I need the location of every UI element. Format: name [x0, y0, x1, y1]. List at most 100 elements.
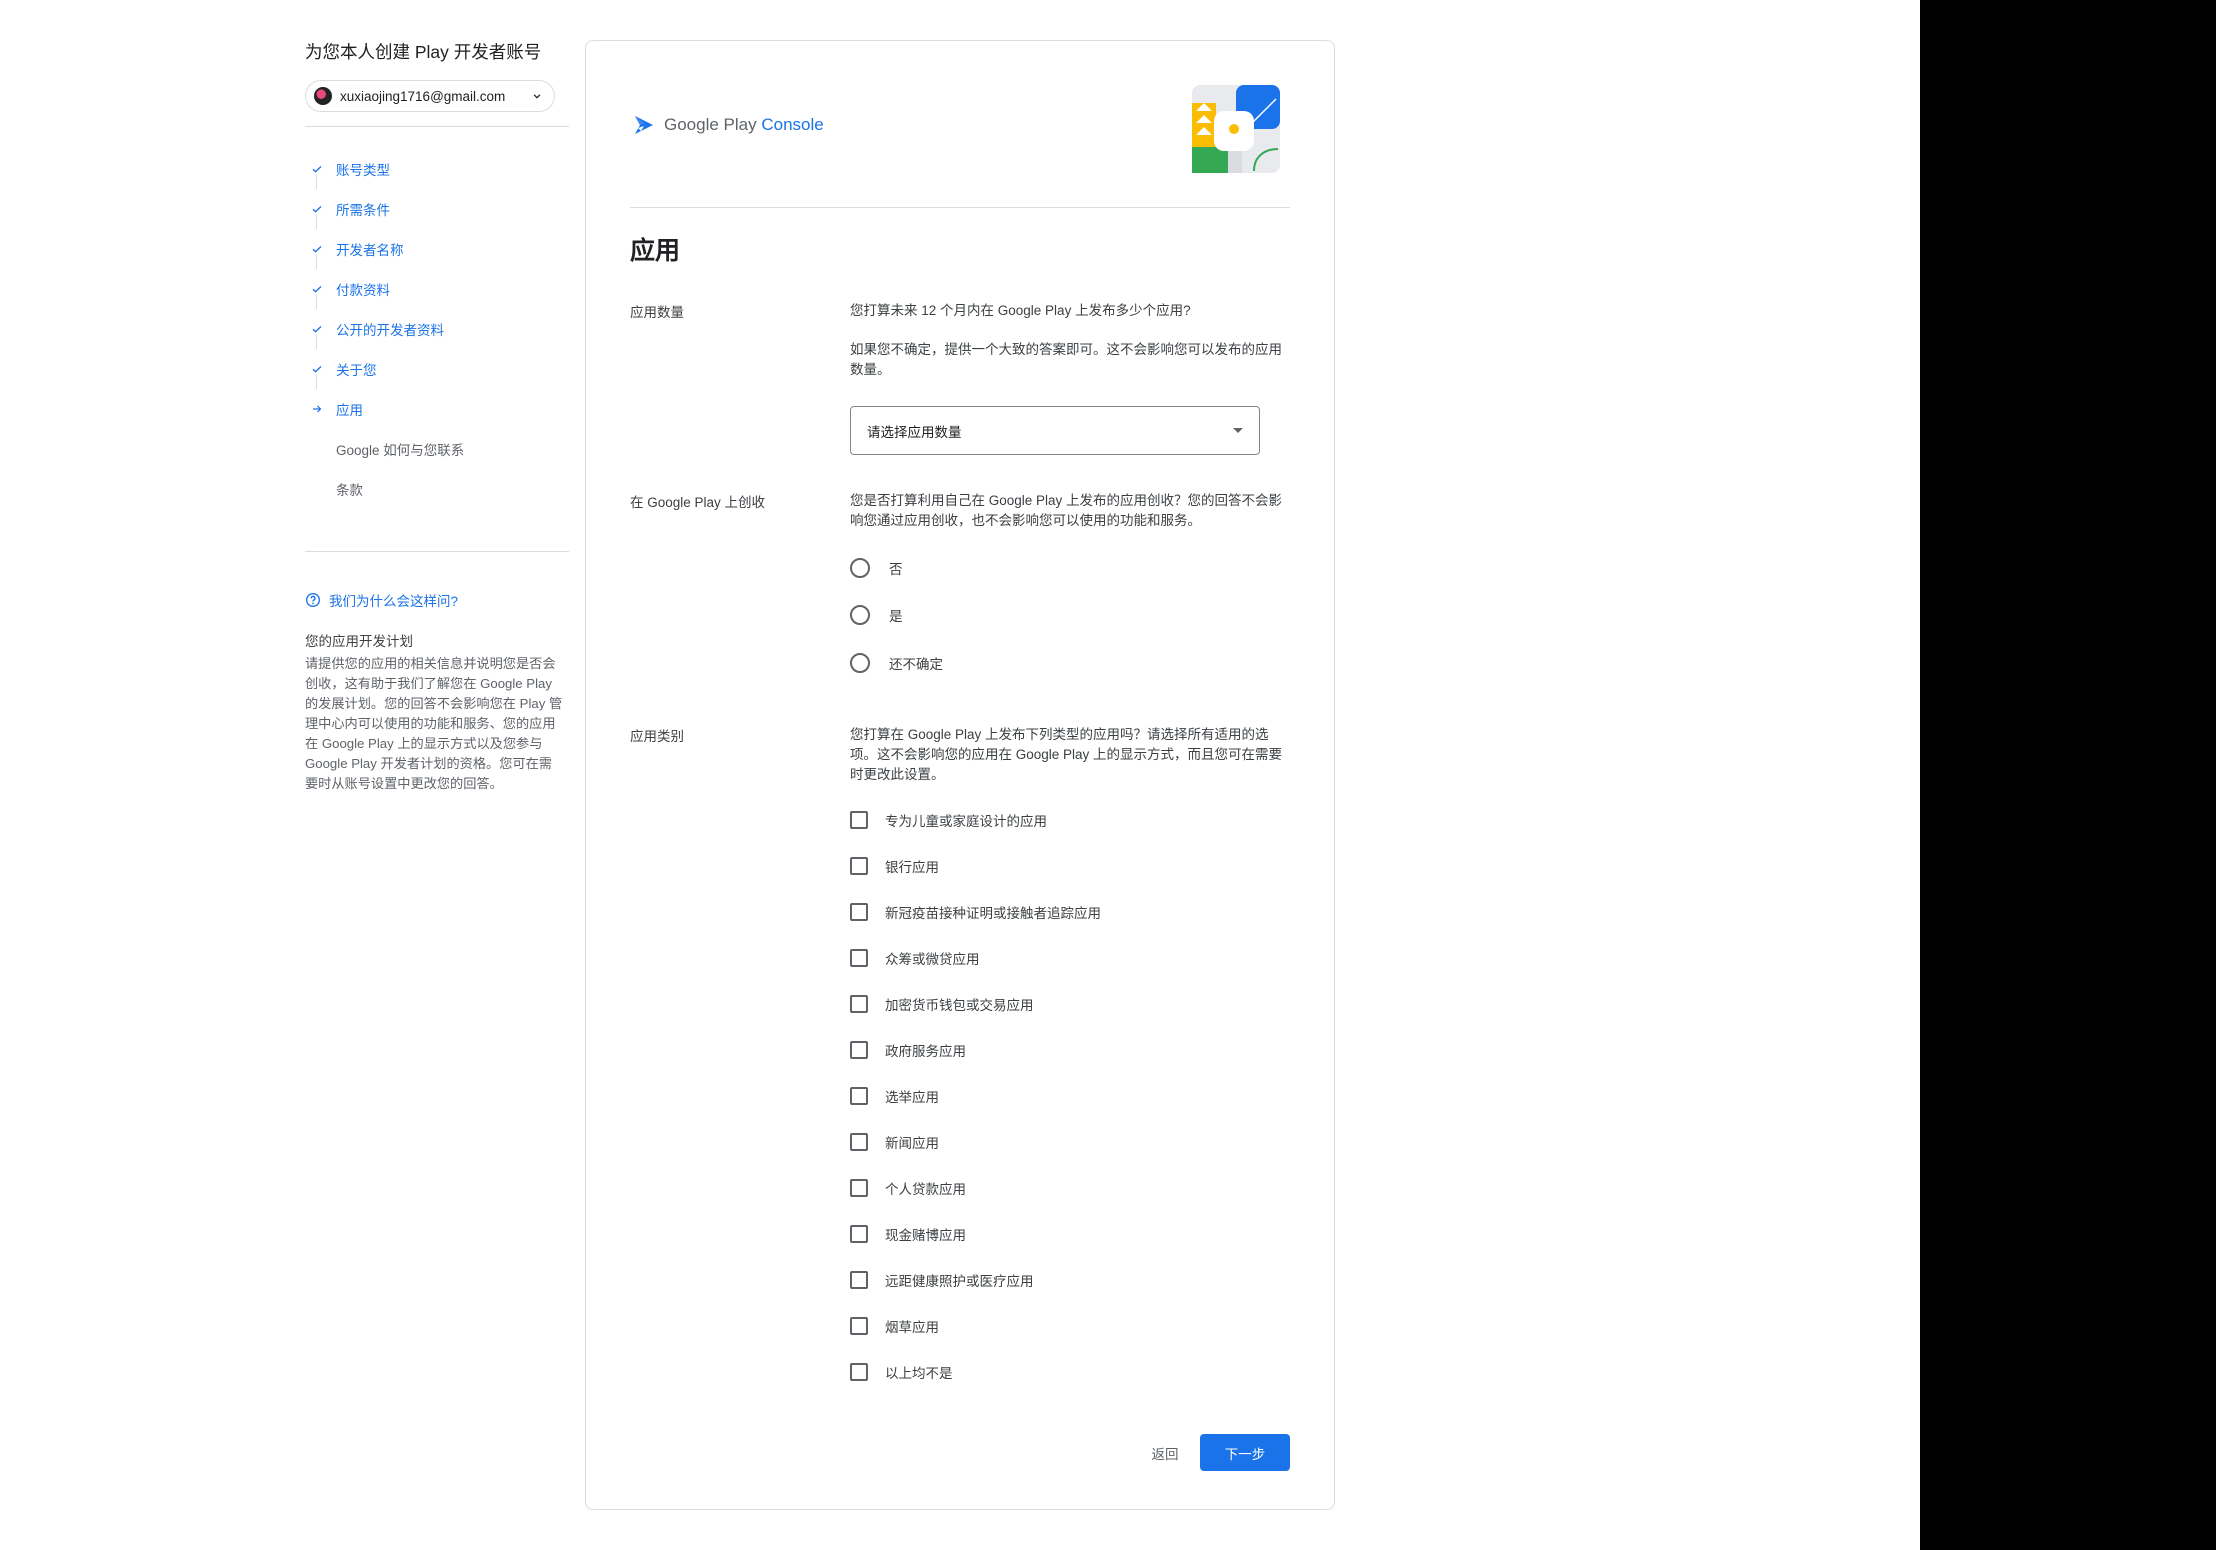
checkbox-box[interactable] — [850, 1363, 868, 1381]
categories-question: 您打算在 Google Play 上发布下列类型的应用吗？请选择所有适用的选项。… — [850, 727, 1283, 782]
plan-description: 请提供您的应用的相关信息并说明您是否会创收，这有助于我们了解您在 Google … — [305, 656, 563, 791]
app-count-hint: 如果您不确定，提供一个大致的答案即可。这不会影响您可以发布的应用数量。 — [850, 342, 1282, 377]
divider — [630, 207, 1290, 208]
checkbox-label: 新冠疫苗接种证明或接触者追踪应用 — [885, 906, 1101, 921]
app-count-label: 应用数量 — [630, 305, 684, 320]
play-console-icon — [635, 116, 653, 134]
check-icon — [309, 161, 325, 177]
radio-label: 还不确定 — [889, 657, 943, 672]
radio-option-yes[interactable]: 是 — [850, 603, 903, 627]
step-label: 账号类型 — [336, 163, 390, 178]
divider — [305, 551, 569, 552]
checkbox-tobacco[interactable]: 烟草应用 — [850, 1315, 939, 1337]
radio-circle[interactable] — [850, 605, 870, 625]
checkbox-box[interactable] — [850, 857, 868, 875]
page-heading: 为您本人创建 Play 开发者账号 — [305, 42, 542, 62]
next-button[interactable]: 下一步 — [1200, 1434, 1290, 1471]
checkbox-label: 烟草应用 — [885, 1320, 939, 1335]
step-connector — [316, 295, 317, 309]
back-button[interactable]: 返回 — [1140, 1435, 1190, 1471]
app-count-question: 您打算未来 12 个月内在 Google Play 上发布多少个应用? — [850, 303, 1191, 318]
step-item-contact: Google 如何与您联系 — [305, 429, 569, 469]
app-count-select[interactable]: 请选择应用数量 — [850, 406, 1260, 455]
step-connector — [316, 255, 317, 269]
checkbox-election[interactable]: 选举应用 — [850, 1085, 939, 1107]
checkbox-box[interactable] — [850, 1087, 868, 1105]
checkbox-label: 加密货币钱包或交易应用 — [885, 998, 1034, 1013]
step-label: 条款 — [336, 483, 363, 498]
checkbox-label: 新闻应用 — [885, 1136, 939, 1151]
monetize-label: 在 Google Play 上创收 — [630, 495, 766, 510]
step-label: 应用 — [336, 403, 363, 418]
check-icon — [309, 201, 325, 217]
checkbox-none[interactable]: 以上均不是 — [850, 1361, 953, 1383]
checkbox-telehealth[interactable]: 远距健康照护或医疗应用 — [850, 1269, 1034, 1291]
step-label: 开发者名称 — [336, 243, 404, 258]
step-item-apps[interactable]: 应用 — [305, 389, 569, 429]
checkbox-label: 政府服务应用 — [885, 1044, 966, 1059]
checkbox-box[interactable] — [850, 1041, 868, 1059]
step-connector — [316, 175, 317, 189]
radio-option-not-sure[interactable]: 还不确定 — [850, 651, 943, 675]
checkbox-crypto[interactable]: 加密货币钱包或交易应用 — [850, 993, 1034, 1015]
checkbox-box[interactable] — [850, 1179, 868, 1197]
step-label: 公开的开发者资料 — [336, 323, 444, 338]
step-item-requirements[interactable]: 所需条件 — [305, 189, 569, 229]
check-icon — [309, 321, 325, 337]
account-email: xuxiaojing1716@gmail.com — [340, 88, 506, 104]
checkbox-label: 选举应用 — [885, 1090, 939, 1105]
black-side-area — [1920, 0, 2216, 1550]
check-icon — [309, 281, 325, 297]
account-switcher[interactable]: xuxiaojing1716@gmail.com — [305, 80, 555, 112]
checkbox-label: 以上均不是 — [885, 1366, 953, 1381]
checkbox-crowdfunding[interactable]: 众筹或微贷应用 — [850, 947, 980, 969]
monetize-question: 您是否打算利用自己在 Google Play 上发布的应用创收？您的回答不会影响… — [850, 493, 1283, 528]
checkbox-box[interactable] — [850, 1133, 868, 1151]
step-item-terms: 条款 — [305, 469, 569, 509]
step-connector — [316, 215, 317, 229]
checkbox-label: 专为儿童或家庭设计的应用 — [885, 814, 1047, 829]
checkbox-box[interactable] — [850, 811, 868, 829]
checkbox-box[interactable] — [850, 949, 868, 967]
step-label: 所需条件 — [336, 203, 390, 218]
checkbox-government[interactable]: 政府服务应用 — [850, 1039, 966, 1061]
radio-circle[interactable] — [850, 653, 870, 673]
checkbox-label: 现金赌博应用 — [885, 1228, 966, 1243]
checkbox-news[interactable]: 新闻应用 — [850, 1131, 939, 1153]
checkbox-box[interactable] — [850, 1317, 868, 1335]
why-ask-link[interactable]: 我们为什么会这样问? — [305, 590, 569, 610]
radio-label: 否 — [889, 562, 903, 577]
apps-form-card: Google Play Console 应用 应用数量 您打算未来 12 个月内… — [585, 40, 1335, 1510]
checkbox-box[interactable] — [850, 995, 868, 1013]
step-item-public-profile[interactable]: 公开的开发者资料 — [305, 309, 569, 349]
check-icon — [309, 361, 325, 377]
arrow-right-icon — [309, 401, 325, 417]
checkbox-kids-family[interactable]: 专为儿童或家庭设计的应用 — [850, 809, 1047, 831]
checkbox-label: 个人贷款应用 — [885, 1182, 966, 1197]
step-item-account-type[interactable]: 账号类型 — [305, 149, 569, 189]
radio-label: 是 — [889, 609, 903, 624]
step-item-about-you[interactable]: 关于您 — [305, 349, 569, 389]
chevron-down-icon — [533, 94, 541, 99]
checkbox-label: 远距健康照护或医疗应用 — [885, 1274, 1034, 1289]
checkbox-covid[interactable]: 新冠疫苗接种证明或接触者追踪应用 — [850, 901, 1101, 923]
categories-label: 应用类别 — [630, 729, 684, 744]
checkbox-gambling[interactable]: 现金赌博应用 — [850, 1223, 966, 1245]
checkbox-banking[interactable]: 银行应用 — [850, 855, 939, 877]
checkbox-box[interactable] — [850, 1225, 868, 1243]
check-icon — [309, 241, 325, 257]
checkbox-box[interactable] — [850, 903, 868, 921]
step-item-payment-profile[interactable]: 付款资料 — [305, 269, 569, 309]
step-connector — [316, 375, 317, 389]
checkbox-label: 众筹或微贷应用 — [885, 952, 980, 967]
step-label: 关于您 — [336, 363, 377, 378]
step-item-developer-name[interactable]: 开发者名称 — [305, 229, 569, 269]
step-label: Google 如何与您联系 — [336, 443, 465, 458]
dropdown-arrow-icon — [1233, 428, 1243, 433]
radio-option-no[interactable]: 否 — [850, 556, 903, 580]
checkbox-personal-loan[interactable]: 个人贷款应用 — [850, 1177, 966, 1199]
play-console-logo: Google Play Console — [632, 113, 824, 137]
checkbox-box[interactable] — [850, 1271, 868, 1289]
radio-circle[interactable] — [850, 558, 870, 578]
step-list: 账号类型 所需条件 开发者名称 付款资料 公开的开发者资料 关于您 应用 Goo… — [305, 149, 569, 509]
